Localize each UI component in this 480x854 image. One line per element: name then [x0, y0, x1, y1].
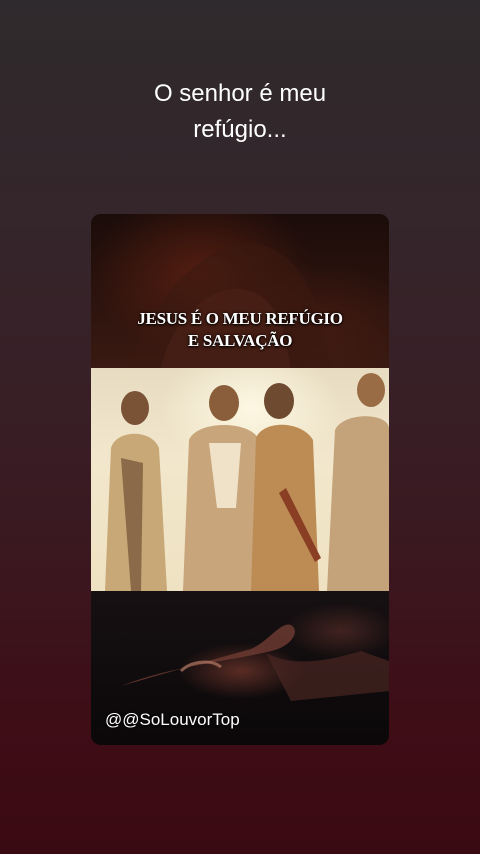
shared-post-card[interactable]: JESUS É O MEU REFÚGIO E SALVAÇÃO @@SoLou… [91, 214, 389, 745]
post-image-top: JESUS É O MEU REFÚGIO E SALVAÇÃO [91, 214, 389, 368]
account-handle[interactable]: @@SoLouvorTop [105, 709, 240, 731]
caption-line-2: refúgio... [193, 116, 287, 143]
walking-figures-illustration [105, 373, 389, 591]
post-image-people [91, 368, 389, 591]
figure-3 [251, 383, 321, 591]
figure-2 [183, 385, 261, 591]
headline-line-2: E SALVAÇÃO [187, 331, 293, 350]
figure-1 [105, 391, 167, 591]
figure-4 [327, 373, 389, 591]
caption-line-1: O senhor é meu [153, 80, 327, 107]
headline-line-1: JESUS É O MEU REFÚGIO [137, 309, 343, 328]
post-headline: JESUS É O MEU REFÚGIO E SALVAÇÃO [91, 308, 389, 352]
story-caption: O senhor é meu refúgio... [0, 76, 480, 148]
